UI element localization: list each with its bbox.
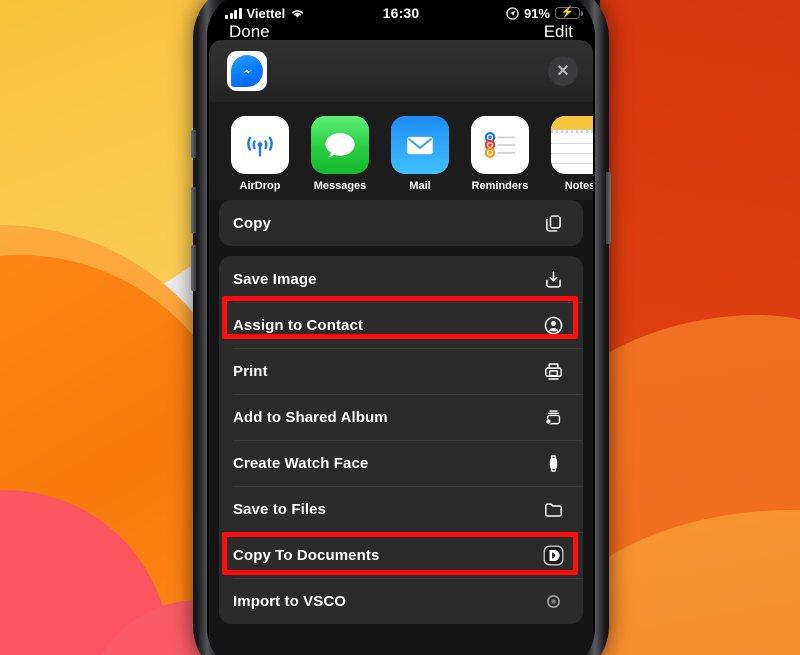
battery-percent-label: 91%: [523, 5, 550, 21]
printer-icon: [541, 359, 565, 383]
battery-charging-icon: ⚡: [555, 7, 583, 19]
action-row-import-to-vsco[interactable]: Import to VSCO: [219, 578, 583, 624]
action-row-copy[interactable]: Copy: [219, 200, 583, 246]
messages-icon: [311, 116, 369, 174]
action-row-save-to-files[interactable]: Save to Files: [219, 486, 583, 532]
action-label: Copy: [233, 214, 271, 232]
action-label: Copy To Documents: [233, 546, 380, 564]
share-app-label: Mail: [409, 180, 431, 192]
folder-icon: [541, 497, 565, 521]
action-label: Import to VSCO: [233, 592, 347, 610]
share-sheet: ✕ AirDrop Messages Mail Reminders Notes …: [209, 40, 593, 655]
action-row-create-watch-face[interactable]: Create Watch Face: [219, 440, 583, 486]
action-label: Print: [233, 362, 268, 380]
volume-up-button[interactable]: [191, 187, 196, 233]
apple-watch-icon: [541, 451, 565, 475]
share-app-airdrop[interactable]: AirDrop: [231, 116, 289, 192]
shared-album-icon: [541, 405, 565, 429]
phone-screen: Viettel 16:30 91% ⚡ Done Edit ✕ AirDrop …: [207, 0, 595, 655]
mail-icon: [391, 116, 449, 174]
wallpaper-right: [600, 0, 800, 655]
action-row-assign-to-contact[interactable]: Assign to Contact: [219, 302, 583, 348]
copy-icon: [541, 211, 565, 235]
volume-down-button[interactable]: [191, 245, 196, 291]
action-group-copy: Copy: [219, 200, 583, 246]
share-app-reminders[interactable]: Reminders: [471, 116, 529, 192]
action-row-print[interactable]: Print: [219, 348, 583, 394]
share-app-notes[interactable]: Notes: [551, 116, 593, 192]
action-row-copy-to-documents[interactable]: Copy To Documents: [219, 532, 583, 578]
share-app-messages[interactable]: Messages: [311, 116, 369, 192]
screenshot-stage: Viettel 16:30 91% ⚡ Done Edit ✕ AirDrop …: [0, 0, 800, 655]
share-app-label: Notes: [564, 180, 593, 192]
action-group-main: Save Image Assign to Contact Print Add t…: [219, 256, 583, 624]
action-label: Save to Files: [233, 500, 327, 518]
documents-app-icon: [541, 543, 565, 567]
share-app-label: Reminders: [471, 180, 529, 192]
action-label: Assign to Contact: [233, 316, 364, 334]
action-label: Add to Shared Album: [233, 408, 388, 426]
share-app-label: Messages: [313, 180, 367, 192]
action-row-save-image[interactable]: Save Image: [219, 256, 583, 302]
airdrop-icon: [231, 116, 289, 174]
share-actions: Copy Save Image Assign to Contact Print …: [209, 200, 593, 624]
share-apps-row[interactable]: AirDrop Messages Mail Reminders Notes: [209, 102, 593, 200]
action-label: Create Watch Face: [233, 454, 369, 472]
share-app-label: AirDrop: [239, 180, 281, 192]
edit-button[interactable]: Edit: [544, 22, 573, 42]
close-icon[interactable]: ✕: [548, 56, 578, 86]
done-button[interactable]: Done: [229, 22, 270, 42]
mute-switch[interactable]: [191, 130, 196, 158]
action-label: Save Image: [233, 270, 317, 288]
share-app-mail[interactable]: Mail: [391, 116, 449, 192]
save-image-icon: [541, 267, 565, 291]
person-circle-icon: [541, 313, 565, 337]
vsco-app-icon: [541, 589, 565, 613]
action-row-add-to-shared-album[interactable]: Add to Shared Album: [219, 394, 583, 440]
location-arrow-icon: [506, 6, 519, 20]
reminders-icon: [471, 116, 529, 174]
notes-icon: [551, 116, 593, 174]
power-button[interactable]: [606, 172, 611, 244]
share-sheet-header: ✕: [209, 40, 593, 102]
messenger-icon: [227, 51, 267, 91]
